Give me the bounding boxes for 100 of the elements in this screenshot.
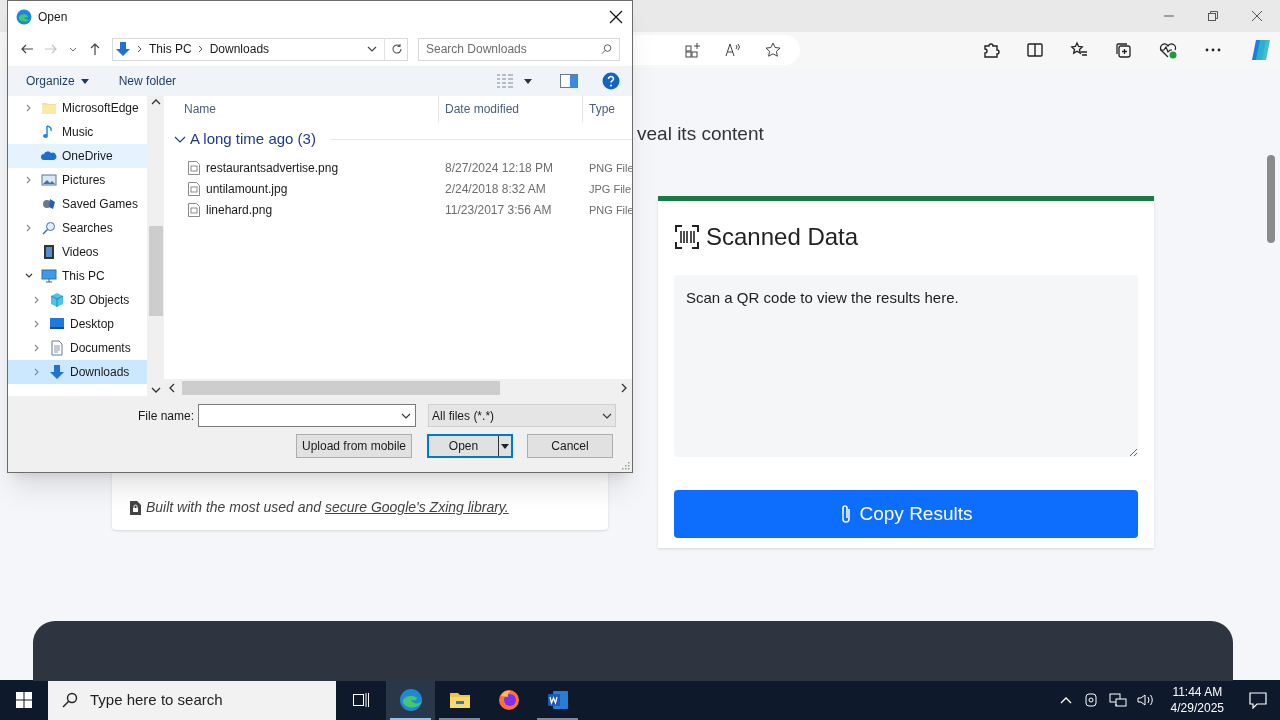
file-name[interactable]: untilamount.jpg [206,180,288,198]
read-aloud-icon[interactable] [724,41,742,59]
chevron-down-icon[interactable] [25,272,33,280]
up-arrow-icon[interactable] [88,42,102,56]
scroll-left-icon[interactable] [168,382,176,393]
chevron-right-icon[interactable] [25,224,33,232]
network-icon[interactable] [1108,692,1127,708]
address-field[interactable]: This PC Downloads [112,37,408,61]
nav-item[interactable]: MicrosoftEdge [8,96,147,120]
back-arrow-icon[interactable] [20,42,34,56]
favorite-star-icon[interactable] [764,41,782,59]
scroll-up-icon[interactable] [150,98,161,106]
organize-button[interactable]: Organize [26,72,89,90]
card-title: Scanned Data [706,222,859,252]
cancel-button[interactable]: Cancel [527,434,614,458]
search-field[interactable]: Search Downloads [426,40,601,58]
library-link[interactable]: secure Google's Zxing library. [325,499,509,515]
close-icon[interactable] [1250,9,1264,23]
file-name[interactable]: restaurantsadvertise.png [206,159,339,177]
chevron-right-icon[interactable] [33,296,41,304]
column-header[interactable]: Type [583,96,632,122]
copy-results-button[interactable]: Copy Results [674,490,1138,538]
taskbar-search-box[interactable]: Type here to search [48,680,336,720]
group-header[interactable]: A long time ago (3) [190,128,316,151]
health-heart-icon[interactable] [1158,41,1178,59]
results-field[interactable]: Scan a QR code to view the results here. [674,275,1138,457]
refresh-icon[interactable] [391,43,403,55]
upload-from-mobile-button[interactable]: Upload from mobile [296,434,413,458]
desktop-icon [49,316,65,332]
help-icon[interactable] [602,72,620,90]
volume-icon[interactable] [1136,692,1155,708]
close-icon[interactable] [608,8,624,25]
scroll-down-icon[interactable] [150,386,161,394]
browser-icon [398,688,423,712]
nav-item[interactable]: Saved Games [8,192,147,216]
nav-item[interactable]: Music [8,120,147,144]
folder-icon [41,100,57,116]
game-pieces-icon [41,196,57,212]
caret-icon[interactable] [501,443,510,449]
resize-grip-icon[interactable] [622,462,630,470]
chevron-right-icon[interactable] [33,320,41,328]
nav-item[interactable]: Desktop [8,312,147,336]
scroll-right-icon[interactable] [620,382,628,393]
chevron-right-icon[interactable] [33,344,41,352]
nav-item[interactable]: Documents [8,336,147,360]
chevron-right-icon[interactable] [197,45,204,53]
nav-scrollbar[interactable] [147,96,164,396]
file-name-field[interactable] [198,404,417,427]
clock-time[interactable]: 11:44 AM [1172,684,1223,700]
nav-item[interactable]: Searches [8,216,147,240]
preview-pane-icon[interactable] [560,74,578,88]
favorites-list-icon[interactable] [1070,41,1088,59]
windows-start-icon[interactable] [16,692,32,708]
scrollbar-thumb[interactable] [182,380,500,395]
scrollbar-thumb[interactable] [1267,155,1275,243]
film-strip-icon [41,244,57,260]
paperclip-icon [839,504,852,524]
chevron-right-icon[interactable] [25,104,33,112]
horizontal-scrollbar[interactable] [164,379,632,396]
file-icon [188,203,200,217]
search-box[interactable]: Search Downloads [418,37,620,61]
column-header[interactable]: Name [164,96,439,122]
file-name[interactable]: linehard.png [206,201,273,219]
nav-item[interactable]: 3D Objects [8,288,147,312]
caret-icon[interactable] [524,78,532,84]
document-icon [49,340,65,356]
clock-date[interactable]: 4/29/2025 [1170,700,1224,716]
puzzle-icon[interactable] [982,41,1000,59]
split-screen-icon[interactable] [1026,41,1044,59]
nav-item[interactable]: Pictures [8,168,147,192]
add-tab-icon[interactable] [684,41,702,59]
search-icon [600,43,612,55]
file-name-label: File name: [138,407,195,425]
meet-now-icon[interactable] [1082,692,1099,708]
breadcrumb[interactable]: This PC [149,40,192,58]
caret-icon [80,78,89,84]
collections-icon[interactable] [1114,41,1132,59]
taskbar-app[interactable] [386,680,435,720]
file-type: JPG File [588,181,632,197]
document-lock-icon [130,500,141,515]
taskbar-search-field[interactable]: Type here to search [90,688,310,712]
restore-icon[interactable] [1206,9,1220,23]
magnifier-icon [41,220,57,236]
chevron-right-icon[interactable] [25,176,33,184]
chevron-right-icon[interactable] [137,45,143,53]
task-view-icon[interactable] [352,691,370,709]
nav-item[interactable]: This PC [8,264,147,288]
scrollbar-thumb[interactable] [148,226,163,316]
nav-item[interactable]: Downloads [8,360,147,384]
download-arrow-icon [49,364,65,380]
monitor-icon [41,268,57,284]
new-folder-button[interactable]: New folder [118,72,177,90]
file-type-dropdown[interactable]: All files (*.*) [428,404,617,427]
nav-item[interactable]: Videos [8,240,147,264]
notifications-icon[interactable] [1248,691,1268,709]
nav-item[interactable]: OneDrive [8,144,147,168]
picture-frame-icon [41,172,57,188]
breadcrumb[interactable]: Downloads [209,40,270,58]
library-note: Built with the most used and secure Google's Zxing library. [146,498,509,517]
column-header[interactable]: Date modified [439,96,583,122]
